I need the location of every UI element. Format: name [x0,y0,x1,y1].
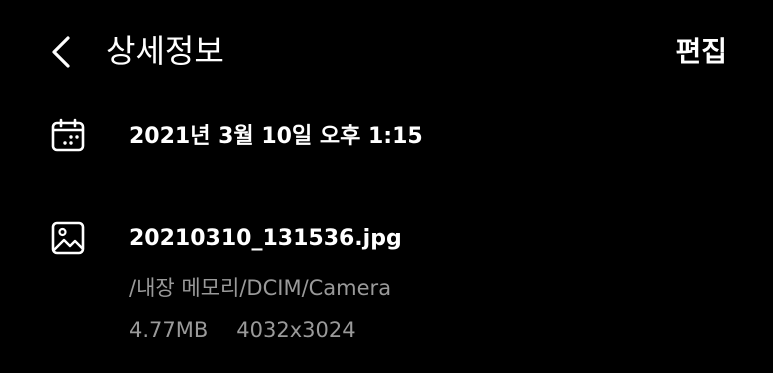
app-header: 상세정보 편집 [0,0,773,104]
image-icon [50,220,86,256]
chevron-left-icon [52,36,70,68]
file-resolution-text: 4032x3024 [236,318,356,342]
file-info-row: 20210310_131536.jpg /내장 메모리/DCIM/Camera … [0,214,773,354]
page-title: 상세정보 [106,32,224,70]
file-name-text: 20210310_131536.jpg [129,226,402,251]
date-row: 2021년 3월 10일 오후 1:15 [0,112,773,162]
file-size-text: 4.77MB [129,318,209,342]
file-meta-line: 4.77MB 4032x3024 [129,316,356,344]
edit-button[interactable]: 편집 [675,32,727,72]
back-button[interactable] [40,28,84,76]
file-path-text: /내장 메모리/DCIM/Camera [129,276,392,300]
date-time-text: 2021년 3월 10일 오후 1:15 [129,124,423,149]
calendar-icon [50,118,86,154]
